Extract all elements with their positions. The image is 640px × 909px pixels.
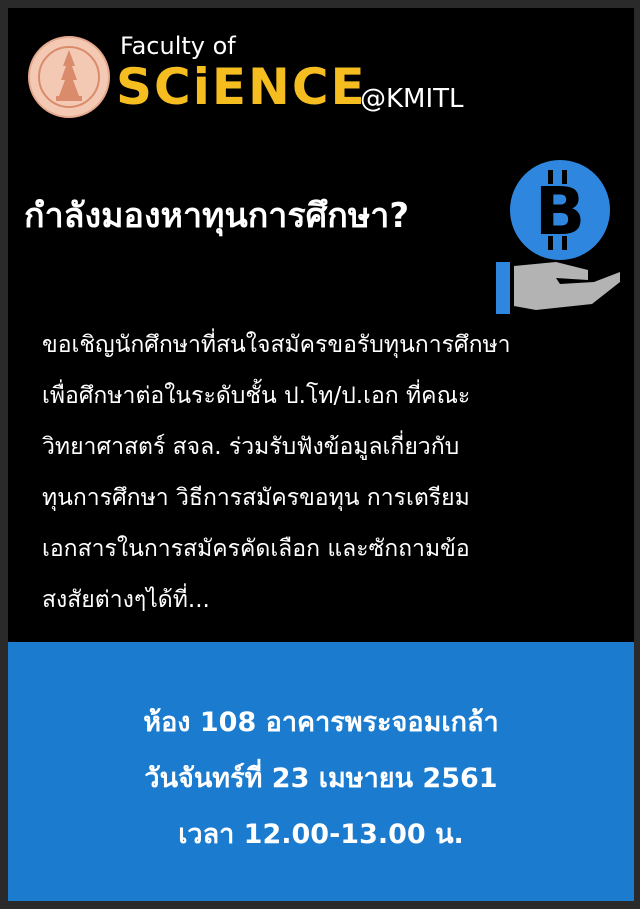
kmitl-seal-logo <box>28 36 110 118</box>
svg-text:B: B <box>535 173 585 250</box>
headline: กำลังมองหาทุนการศึกษา? <box>24 196 410 236</box>
body-text: ขอเชิญนักศึกษาที่สนใจสมัครขอรับทุนการศึก… <box>42 320 622 626</box>
brand-kmitl-text: @KMITL <box>360 84 464 114</box>
body-line: ทุนการศึกษา วิธีการสมัครขอทุน การเตรียม <box>42 485 470 511</box>
event-room: ห้อง 108 อาคารพระจอมเกล้า <box>143 707 499 738</box>
body-line: เพื่อศึกษาต่อในระดับชั้น ป.โท/ป.เอก ที่ค… <box>42 383 471 409</box>
body-line: เอกสารในการสมัครคัดเลือก และซักถามข้อ <box>42 536 470 562</box>
event-info-box: ห้อง 108 อาคารพระจอมเกล้า วันจันทร์ที่ 2… <box>8 642 634 901</box>
body-line: ขอเชิญนักศึกษาที่สนใจสมัครขอรับทุนการศึก… <box>42 332 511 358</box>
event-time: เวลา 12.00-13.00 น. <box>178 819 464 850</box>
poster: Faculty of SCiENCE @KMITL กำลังมองหาทุนก… <box>8 8 634 901</box>
brand-faculty-text: Faculty of <box>120 32 236 60</box>
brand-science-text: SCiENCE <box>116 58 367 116</box>
body-line: วิทยาศาสตร์ สจล. ร่วมรับฟังข้อมูลเกี่ยวก… <box>42 434 460 460</box>
body-line: สงสัยต่างๆได้ที่... <box>42 587 210 613</box>
event-date: วันจันทร์ที่ 23 เมษายน 2561 <box>144 763 498 794</box>
bitcoin-in-hand-icon: B <box>496 160 620 314</box>
